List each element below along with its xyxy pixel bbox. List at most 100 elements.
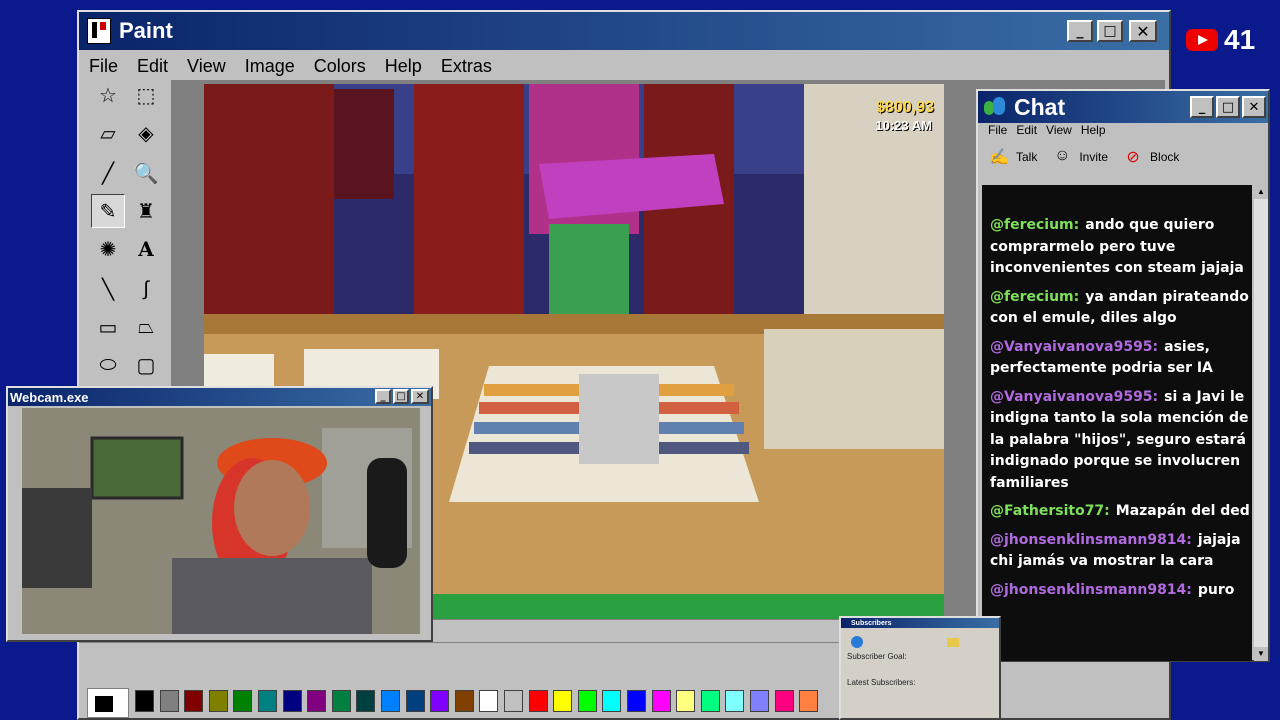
palette-swatch[interactable] — [676, 690, 696, 712]
chat-maximize-button[interactable]: □ — [1216, 96, 1240, 118]
block-button[interactable]: ⊘ Block — [1122, 147, 1179, 167]
chat-message: @ferecium: ando que quiero comprarmelo pe… — [990, 215, 1250, 280]
chat-username[interactable]: @Fathersito77: — [990, 503, 1110, 519]
talk-button[interactable]: ✍ Talk — [988, 147, 1037, 167]
chat-message: @jhonsenklinsmann9814: jajaja chi jamás v… — [990, 530, 1250, 573]
chat-menu-file[interactable]: File — [988, 123, 1007, 137]
menu-file[interactable]: File — [89, 56, 118, 77]
magnifier-icon[interactable]: 🔍 — [129, 156, 163, 190]
rect-select-icon[interactable]: ⬚ — [129, 78, 163, 112]
menu-edit[interactable]: Edit — [137, 56, 168, 77]
palette-swatch[interactable] — [799, 690, 819, 712]
eraser-icon[interactable]: ▱ — [91, 116, 125, 150]
palette-swatch[interactable] — [405, 690, 425, 712]
palette-swatch[interactable] — [627, 690, 646, 712]
palette-swatch[interactable] — [651, 690, 671, 712]
chat-username[interactable]: @jhonsenklinsmann9814: — [990, 582, 1192, 598]
fill-icon[interactable]: ◈ — [129, 116, 163, 150]
free-select-icon[interactable]: ☆ — [91, 78, 125, 112]
palette-swatch[interactable] — [553, 690, 573, 712]
talk-label: Talk — [1016, 150, 1038, 164]
chat-username[interactable]: @Vanyaivanova9595: — [990, 389, 1158, 405]
chat-scrollbar[interactable]: ▲ ▼ — [1254, 185, 1268, 661]
toolbox: ☆ ⬚ ▱ ◈ ╱ 🔍 ✎ ♜ ✺ A ╲ ∫ ▭ ⏢ ⬭ ▢ — [87, 78, 169, 390]
webcam-maximize-button[interactable]: □ — [393, 389, 409, 404]
palette-swatch[interactable] — [184, 690, 204, 712]
menu-colors[interactable]: Colors — [314, 56, 366, 77]
chat-menu-edit[interactable]: Edit — [1016, 123, 1037, 137]
palette-swatch[interactable] — [258, 690, 277, 712]
scroll-down-button[interactable]: ▼ — [1254, 647, 1268, 661]
maximize-button[interactable]: □ — [1097, 20, 1123, 42]
palette-swatch[interactable] — [504, 690, 523, 712]
airbrush-icon[interactable]: ✺ — [91, 232, 125, 266]
block-icon: ⊘ — [1126, 149, 1140, 166]
webcam-image — [22, 408, 420, 634]
palette-swatch[interactable] — [602, 690, 622, 712]
palette-swatch[interactable] — [381, 690, 400, 712]
chat-message: @Fathersito77: Mazapán del ded — [990, 501, 1250, 523]
palette-swatch[interactable] — [774, 690, 794, 712]
webcam-close-button[interactable]: ✕ — [411, 389, 429, 404]
menu-extras[interactable]: Extras — [441, 56, 492, 77]
invite-button[interactable]: ☺ Invite — [1051, 147, 1108, 167]
palette-swatch[interactable] — [233, 690, 253, 712]
webcam-titlebar[interactable]: Webcam.exe _ □ ✕ — [8, 388, 431, 406]
subscriber-goal-label: Subscriber Goal: — [847, 652, 907, 661]
rectangle-icon[interactable]: ▭ — [91, 310, 125, 344]
chat-close-button[interactable]: ✕ — [1242, 96, 1266, 118]
menu-image[interactable]: Image — [245, 56, 295, 77]
chat-menu-help[interactable]: Help — [1081, 123, 1106, 137]
close-button[interactable]: ✕ — [1129, 20, 1157, 42]
curve-icon[interactable]: ∫ — [129, 272, 163, 306]
youtube-icon — [1186, 29, 1218, 51]
palette-swatch[interactable] — [159, 690, 179, 712]
pencil-icon[interactable]: ✎ — [91, 194, 125, 228]
chat-text: puro — [1197, 581, 1235, 598]
chat-menu-view[interactable]: View — [1046, 123, 1072, 137]
palette-swatch[interactable] — [725, 690, 745, 712]
globe-icon — [851, 636, 863, 648]
minimize-button[interactable]: _ — [1067, 20, 1093, 42]
webcam-minimize-button[interactable]: _ — [375, 389, 391, 404]
game-time: 10:23 AM — [875, 118, 932, 133]
palette-swatch[interactable] — [577, 690, 597, 712]
webcam-feed — [22, 408, 420, 634]
brush-icon[interactable]: ♜ — [129, 194, 163, 228]
text-icon[interactable]: A — [129, 232, 163, 266]
chat-username[interactable]: @Vanyaivanova9595: — [990, 339, 1158, 355]
chat-minimize-button[interactable]: _ — [1190, 96, 1214, 118]
line-icon[interactable]: ╲ — [91, 272, 125, 306]
chat-menubar: File Edit View Help — [988, 123, 1115, 137]
palette-swatch[interactable] — [700, 690, 720, 712]
menu-help[interactable]: Help — [385, 56, 422, 77]
chat-titlebar[interactable]: Chat _ □ ✕ — [978, 91, 1268, 123]
subscribers-titlebar[interactable]: Subscribers — [841, 618, 999, 628]
rounded-rect-icon[interactable]: ▢ — [129, 348, 163, 382]
palette-swatch[interactable] — [135, 690, 154, 712]
palette-swatch[interactable] — [528, 690, 548, 712]
chat-username[interactable]: @ferecium: — [990, 217, 1079, 233]
paint-title: Paint — [119, 18, 173, 43]
current-colors[interactable] — [87, 688, 129, 718]
polygon-icon[interactable]: ⏢ — [129, 310, 163, 344]
palette-swatch[interactable] — [454, 690, 474, 712]
palette-swatch[interactable] — [208, 690, 228, 712]
palette-swatch[interactable] — [356, 690, 376, 712]
paint-titlebar[interactable]: Paint _ □ ✕ — [79, 12, 1169, 50]
ellipse-icon[interactable]: ⬭ — [91, 348, 125, 382]
chat-username[interactable]: @ferecium: — [990, 289, 1079, 305]
subscribers-title: Subscribers — [851, 619, 892, 627]
palette-swatch[interactable] — [750, 690, 769, 712]
eyedropper-icon[interactable]: ╱ — [91, 156, 125, 190]
webcam-window: Webcam.exe _ □ ✕ — [6, 386, 433, 642]
palette-swatch[interactable] — [331, 690, 351, 712]
chat-message: @jhonsenklinsmann9814: puro — [990, 580, 1250, 602]
chat-username[interactable]: @jhonsenklinsmann9814: — [990, 532, 1192, 548]
scroll-up-button[interactable]: ▲ — [1254, 185, 1268, 199]
palette-swatch[interactable] — [282, 690, 302, 712]
palette-swatch[interactable] — [479, 690, 499, 712]
palette-swatch[interactable] — [430, 690, 450, 712]
palette-swatch[interactable] — [307, 690, 327, 712]
menu-view[interactable]: View — [187, 56, 226, 77]
